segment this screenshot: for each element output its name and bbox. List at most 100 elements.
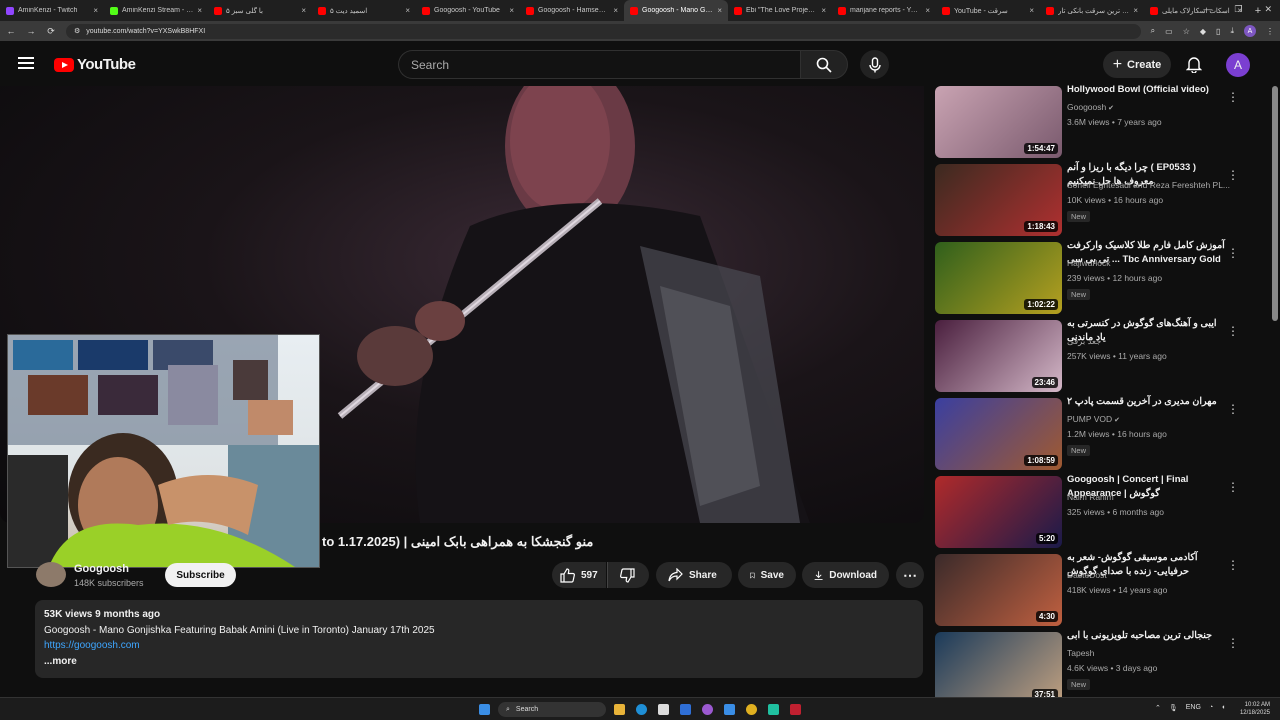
forward-icon[interactable]: → bbox=[26, 26, 36, 36]
account-avatar[interactable]: A bbox=[1226, 53, 1250, 77]
recommendation-channel[interactable]: Naim Rahim bbox=[1067, 492, 1114, 502]
recommendation-thumbnail[interactable]: 37:51 bbox=[935, 632, 1062, 704]
reload-icon[interactable]: ⟳ bbox=[46, 26, 56, 37]
volume-icon[interactable]: ◖ bbox=[1221, 704, 1225, 712]
create-button[interactable]: + Create bbox=[1103, 51, 1171, 78]
voice-search-button[interactable] bbox=[860, 50, 889, 79]
recommendation-channel[interactable]: جعد برقی bbox=[1067, 336, 1101, 347]
dislike-button[interactable] bbox=[607, 562, 649, 588]
browser-tab[interactable]: اسمید دیت ۵ × bbox=[312, 0, 416, 21]
description-more-button[interactable]: ...more bbox=[44, 656, 914, 667]
recommendation-thumbnail[interactable]: 1:08:59 bbox=[935, 398, 1062, 470]
browser-tab[interactable]: با گلی سبز ۵ × bbox=[208, 0, 312, 21]
tab-close-icon[interactable]: × bbox=[717, 6, 722, 15]
start-icon[interactable] bbox=[479, 704, 490, 715]
recommendation-menu-icon[interactable]: ⋮ bbox=[1227, 480, 1239, 494]
tab-close-icon[interactable]: × bbox=[197, 6, 202, 15]
recommendation-channel[interactable]: DasteDost bbox=[1067, 570, 1107, 580]
recommendation-item[interactable]: 1:08:59 مهران مدیری در آخرین قسمت پادپ ۲ P… bbox=[935, 395, 1245, 470]
extensions-icon[interactable]: ◆ bbox=[1200, 27, 1206, 36]
recommendation-menu-icon[interactable]: ⋮ bbox=[1227, 246, 1239, 260]
description-link[interactable]: https://googoosh.com bbox=[44, 640, 914, 651]
recommendation-menu-icon[interactable]: ⋮ bbox=[1227, 168, 1239, 182]
tab-close-icon[interactable]: × bbox=[613, 6, 618, 15]
wifi-icon[interactable]: ◔ bbox=[1209, 704, 1213, 712]
channel-avatar[interactable] bbox=[36, 562, 66, 587]
language-indicator[interactable]: ENG bbox=[1186, 704, 1201, 712]
search-button[interactable] bbox=[800, 50, 848, 79]
recommendation-channel[interactable]: Googoosh ✔ bbox=[1067, 102, 1114, 112]
recommendation-item[interactable]: 5:20 Googoosh | Concert | Final Appearanc… bbox=[935, 474, 1245, 548]
vscode-icon[interactable] bbox=[724, 704, 735, 715]
recommendation-item[interactable]: 1:54:47 Hollywood Bowl (Official video) Go… bbox=[935, 84, 1245, 158]
subscribe-button[interactable]: Subscribe bbox=[165, 563, 236, 587]
tab-close-icon[interactable]: × bbox=[1029, 6, 1034, 15]
recommendation-menu-icon[interactable]: ⋮ bbox=[1227, 402, 1239, 416]
tab-close-icon[interactable]: × bbox=[509, 6, 514, 15]
site-info-icon[interactable]: ⚙ bbox=[74, 27, 80, 35]
browser-tab[interactable]: YouTube - سرقت × bbox=[936, 0, 1040, 21]
obs-icon[interactable] bbox=[702, 704, 713, 715]
recommendation-channel[interactable]: Tapesh bbox=[1067, 648, 1094, 658]
browser-tab[interactable]: marijane reports - YouTub × bbox=[832, 0, 936, 21]
browser-tab[interactable]: Googoosh - Hamseda (Li × bbox=[520, 0, 624, 21]
share-button[interactable]: Share bbox=[656, 562, 732, 588]
channel-name[interactable]: Googoosh bbox=[74, 563, 129, 575]
tab-close-icon[interactable]: × bbox=[301, 6, 306, 15]
browser-menu-icon[interactable]: ⋮ bbox=[1266, 27, 1274, 36]
recommendation-menu-icon[interactable]: ⋮ bbox=[1227, 90, 1239, 104]
recommendation-title[interactable]: مهران مدیری در آخرین قسمت پادپ ۲ bbox=[1067, 395, 1227, 409]
recommendation-item[interactable]: 1:18:43 چرا دیگه با ریزا و آنم ( EP0533 )… bbox=[935, 162, 1245, 236]
tray-mic-icon[interactable]: 🎙 bbox=[1169, 704, 1178, 712]
taskbar-search[interactable]: ⌕ Search bbox=[498, 702, 606, 717]
recommendation-channel[interactable]: Soheil Eghtesadi and Reza Fereshteh PL..… bbox=[1067, 180, 1230, 190]
sidebar-icon[interactable]: ▯ bbox=[1216, 27, 1220, 36]
tab-close-icon[interactable]: × bbox=[93, 6, 98, 15]
recommendation-item[interactable]: 4:30 آکادمی موسیقی گوگوش- شعر به حرفیایی-… bbox=[935, 552, 1245, 626]
tab-close-icon[interactable]: × bbox=[405, 6, 410, 15]
chrome-icon[interactable] bbox=[746, 704, 757, 715]
browser-tab[interactable]: AminKenzi Stream - Work × bbox=[104, 0, 208, 21]
app-red-icon[interactable] bbox=[790, 704, 801, 715]
like-button[interactable]: 597 bbox=[552, 562, 606, 588]
recommendation-item[interactable]: 1:02:22 آموزش کامل فارم طلا کلاسیک وارکرف… bbox=[935, 240, 1245, 314]
minimize-icon[interactable]: — bbox=[1203, 4, 1212, 15]
tab-close-icon[interactable]: × bbox=[1133, 6, 1138, 15]
recommendation-item[interactable]: 37:51 جنجالی ترین مصاحبه تلویزیونی با ابی… bbox=[935, 629, 1245, 704]
recommendation-thumbnail[interactable]: 5:20 bbox=[935, 476, 1062, 548]
browser-profile-avatar[interactable]: A bbox=[1244, 25, 1256, 37]
recommendation-menu-icon[interactable]: ⋮ bbox=[1227, 636, 1239, 650]
menu-icon[interactable] bbox=[18, 57, 34, 69]
bookmark-star-icon[interactable]: ☆ bbox=[1183, 27, 1190, 36]
recommendation-item[interactable]: 23:46 ایبی و آهنگ‌های گوگوش در کنسرتی به … bbox=[935, 318, 1245, 392]
recommendation-channel[interactable]: PUMP VOD ✔ bbox=[1067, 414, 1120, 424]
notifications-button[interactable] bbox=[1185, 56, 1203, 78]
download-button[interactable]: Download bbox=[802, 562, 889, 588]
recommendation-thumbnail[interactable]: 4:30 bbox=[935, 554, 1062, 626]
recommendation-channel[interactable]: Hajiwarlock bbox=[1067, 258, 1110, 268]
app-green-icon[interactable] bbox=[768, 704, 779, 715]
browser-tab[interactable]: AminKenzi - Twitch × bbox=[0, 0, 104, 21]
browser-tab[interactable]: عجیب ترین سرقت بانکی تار × bbox=[1040, 0, 1144, 21]
description-box[interactable]: 53K views 9 months ago Googoosh - Mano G… bbox=[35, 600, 923, 678]
tab-close-icon[interactable]: × bbox=[821, 6, 826, 15]
tab-close-icon[interactable]: × bbox=[925, 6, 930, 15]
cast-icon[interactable]: ▭ bbox=[1165, 27, 1173, 36]
recommendation-thumbnail[interactable]: 1:54:47 bbox=[935, 86, 1062, 158]
close-window-icon[interactable]: ✕ bbox=[1264, 4, 1272, 15]
tray-chevron-icon[interactable]: ⌃ bbox=[1155, 704, 1161, 712]
more-actions-button[interactable]: ⋯ bbox=[896, 562, 924, 588]
file-explorer-icon[interactable] bbox=[614, 704, 625, 715]
maximize-icon[interactable]: ❐ bbox=[1234, 4, 1242, 15]
recommendation-title[interactable]: جنجالی ترین مصاحبه تلویزیونی با ابی bbox=[1067, 629, 1227, 643]
edge-icon[interactable] bbox=[636, 704, 647, 715]
search-input[interactable]: Search bbox=[398, 50, 800, 79]
browser-tab[interactable]: Googoosh - Mano Gonjis × bbox=[624, 0, 728, 21]
app-icon[interactable] bbox=[680, 704, 691, 715]
recommendation-thumbnail[interactable]: 1:02:22 bbox=[935, 242, 1062, 314]
page-scrollbar[interactable] bbox=[1272, 86, 1278, 321]
recommendation-thumbnail[interactable]: 23:46 bbox=[935, 320, 1062, 392]
recommendation-menu-icon[interactable]: ⋮ bbox=[1227, 558, 1239, 572]
save-button[interactable]: Save bbox=[738, 562, 796, 588]
youtube-logo[interactable]: YouTube bbox=[54, 56, 136, 73]
